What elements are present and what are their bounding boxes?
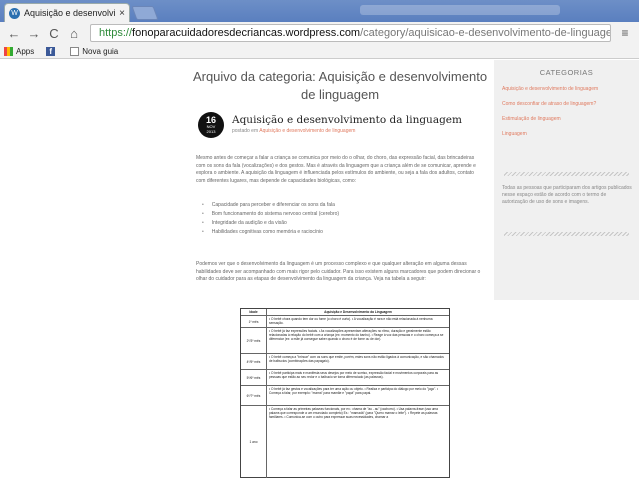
bookmark-facebook[interactable]: f	[46, 46, 58, 56]
url-path: /category/aquisicao-e-desenvolvimento-de…	[360, 27, 611, 39]
divider	[504, 172, 629, 176]
menu-icon[interactable]: ≡	[617, 26, 633, 40]
sidebar-item-estimulacao[interactable]: Estimulação de linguagem	[502, 116, 630, 123]
row-age: 2º/3º mês	[241, 328, 267, 353]
sidebar-item-linguagem[interactable]: Linguagem	[502, 131, 630, 138]
category-links: Aquisição e desenvolvimento de linguagem…	[502, 86, 630, 146]
sidebar: CATEGORIAS Aquisição e desenvolvimento d…	[494, 60, 639, 300]
bookmark-label: Nova guia	[82, 46, 119, 56]
sidebar-item-aquisicao[interactable]: Aquisição e desenvolvimento de linguagem	[502, 86, 630, 93]
row-age: 4º/5º mês	[241, 354, 267, 369]
address-bar[interactable]: https:// fonoparacuidadoresdecriancas.wo…	[90, 24, 611, 42]
page-icon	[70, 46, 80, 56]
list-item: Bom funcionamento do sistema nervoso cen…	[202, 210, 482, 219]
home-icon[interactable]: ⌂	[66, 26, 82, 41]
list-item: Habilidades cognitivas como memória e ra…	[202, 228, 482, 237]
reload-icon[interactable]: C	[46, 26, 62, 41]
bookmarks-bar: Apps f Nova guia	[0, 44, 639, 59]
back-icon[interactable]: ←	[6, 26, 22, 41]
sidebar-item-atraso[interactable]: Como desconfiar de atraso de linguagem?	[502, 101, 630, 108]
posted-prefix: postado em	[232, 128, 260, 134]
divider	[504, 232, 629, 236]
row-age: 6º/7º mês	[241, 386, 267, 405]
browser-toolbar: ← → C ⌂ https:// fonoparacuidadoresdecri…	[0, 22, 639, 44]
posted-in: postado em Aquisição e desenvolvimento d…	[232, 128, 355, 134]
table-header: Idade Aquisição e Desenvolvimento da Lin…	[241, 309, 449, 316]
post-paragraph: Mesmo antes de começar a falar a criança…	[196, 155, 476, 184]
row-text: • O bebê participa mais e manifesta seus…	[269, 371, 439, 379]
sidebar-heading: CATEGORIAS	[539, 68, 594, 77]
row-text: • Começa a falar as primeiras palavras f…	[269, 407, 438, 419]
row-text: • O bebê começa a "brincar" com os sons …	[269, 355, 444, 363]
bookmark-label: Apps	[16, 46, 35, 56]
apps-icon	[4, 46, 13, 56]
header-age: Idade	[241, 309, 267, 315]
close-icon[interactable]: ×	[119, 8, 125, 19]
url-host: fonoparacuidadoresdecriancas.wordpress.c…	[132, 27, 361, 39]
post-paragraph: Podemos ver que o desenvolvimento da lin…	[196, 261, 481, 282]
tab-title: Aquisição e desenvolvim	[24, 8, 116, 18]
page-content: Arquivo da categoria: Aquisição e desenv…	[0, 60, 639, 478]
capabilities-list: Capacidade para perceber e diferenciar o…	[202, 201, 482, 237]
list-item: Capacidade para perceber e diferenciar o…	[202, 201, 482, 210]
browser-tab[interactable]: W Aquisição e desenvolvim ×	[4, 3, 130, 22]
development-table: Idade Aquisição e Desenvolvimento da Lin…	[240, 308, 450, 478]
posted-category-link[interactable]: Aquisição e desenvolvimento de linguagem	[259, 128, 355, 134]
row-age: 1º mês	[241, 316, 267, 327]
page-title: Arquivo da categoria: Aquisição e desenv…	[192, 69, 488, 102]
table-row: 1 ano • Começa a falar as primeiras pala…	[241, 406, 449, 478]
row-age: 5º/6º mês	[241, 370, 267, 385]
table-row: 6º/7º mês • O bebê já faz gestos e vocal…	[241, 386, 449, 406]
new-tab-button[interactable]	[131, 6, 159, 20]
tab-bar: W Aquisição e desenvolvim ×	[0, 0, 639, 22]
row-text: • O bebê já faz gestos e vocalizações pa…	[269, 387, 439, 395]
date-year: 2013	[206, 129, 216, 134]
row-age: 1 ano	[241, 406, 267, 478]
row-text: • O bebê já faz expressões faciais. • As…	[269, 329, 444, 341]
row-text: • O bebê chora quando tem dor ou fome (o…	[269, 317, 433, 325]
window-title-area	[360, 5, 560, 15]
bookmark-apps[interactable]: Apps	[4, 46, 35, 56]
date-day: 16	[205, 115, 216, 125]
header-development: Aquisição e Desenvolvimento da Linguagem	[324, 310, 392, 314]
table-row: 5º/6º mês • O bebê participa mais e mani…	[241, 370, 449, 386]
table-row: 1º mês • O bebê chora quando tem dor ou …	[241, 316, 449, 328]
facebook-icon: f	[46, 46, 56, 56]
post-title[interactable]: Aquisição e desenvolvimento da linguagem	[232, 114, 462, 126]
bookmark-nova-guia[interactable]: Nova guia	[70, 46, 119, 56]
date-badge: 16 NOV 2013	[198, 112, 224, 138]
table-row: 4º/5º mês • O bebê começa a "brincar" co…	[241, 354, 449, 370]
forward-icon[interactable]: →	[26, 26, 42, 41]
url-protocol: https://	[99, 27, 133, 39]
wordpress-icon: W	[9, 7, 20, 19]
list-item: Integridade da audição e da visão	[202, 219, 482, 228]
sidebar-notice: Todas as pessoas que participaram dos ar…	[502, 185, 632, 205]
table-row: 2º/3º mês • O bebê já faz expressões fac…	[241, 328, 449, 354]
